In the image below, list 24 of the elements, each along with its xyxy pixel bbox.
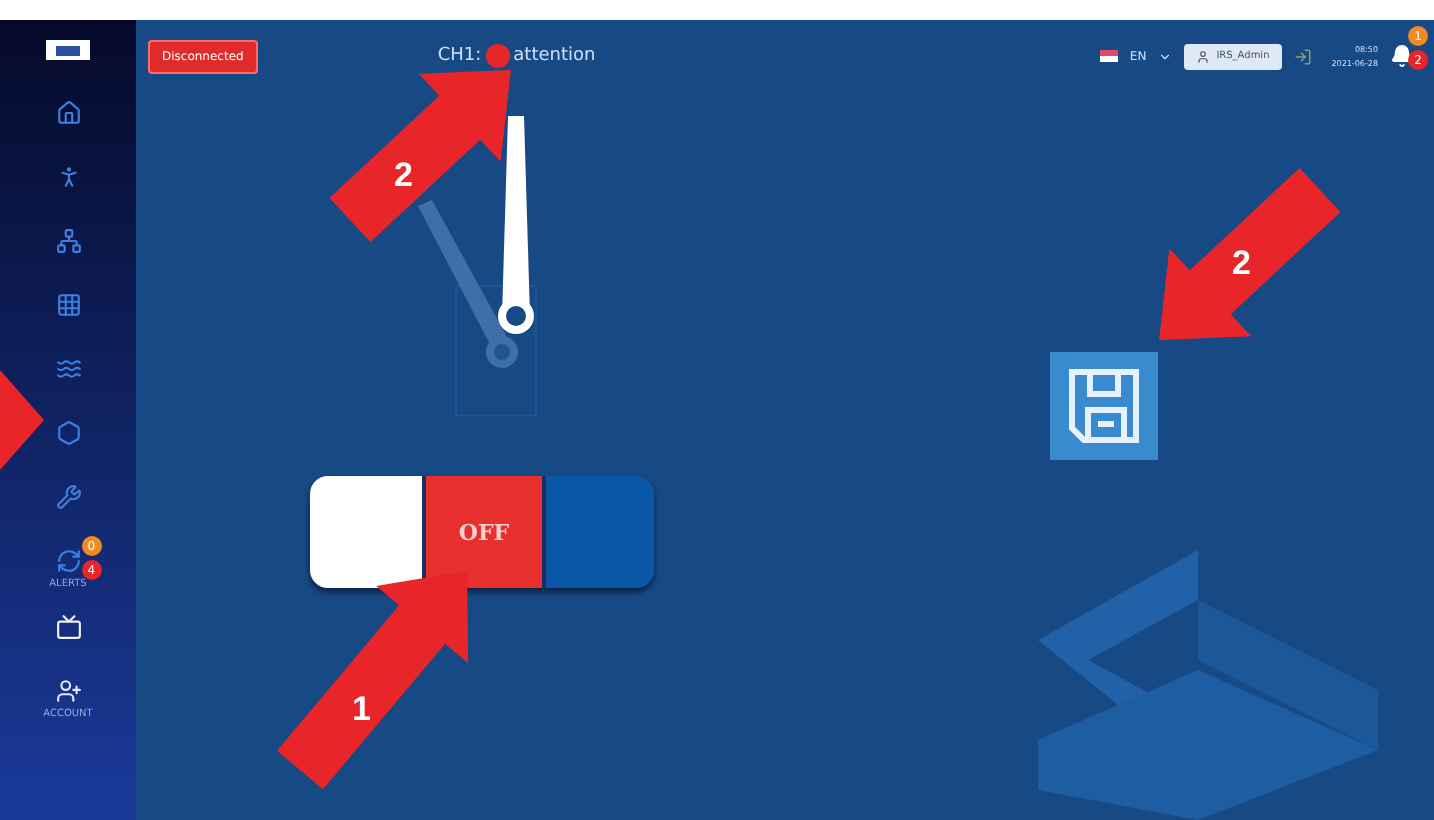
hexagon-icon[interactable] [55,420,81,446]
channel-status: attention [513,46,596,66]
pointer-arrow [0,370,44,470]
network-icon[interactable] [55,228,81,254]
figure-icon[interactable] [55,164,81,190]
users-icon[interactable] [55,678,81,704]
user-icon [1196,49,1211,63]
save-icon [1064,366,1144,446]
home-icon[interactable] [55,100,81,126]
caret-icon[interactable] [1158,49,1173,63]
bell-icon[interactable] [1390,44,1414,68]
alerts-icon[interactable] [55,548,81,574]
channel-label: CH1: [437,46,482,66]
grid-icon[interactable] [55,292,81,318]
save-button[interactable] [1050,352,1158,460]
logout-icon[interactable] [1293,47,1312,65]
annotation-number: 1 [352,690,371,730]
annotation-number: 2 [394,156,413,196]
flag-icon [1099,50,1118,62]
logo [46,40,90,60]
tools-icon[interactable] [55,484,81,510]
waves-icon[interactable] [55,356,81,382]
monitor-icon[interactable] [55,614,81,640]
annotation-number: 2 [1232,244,1251,284]
